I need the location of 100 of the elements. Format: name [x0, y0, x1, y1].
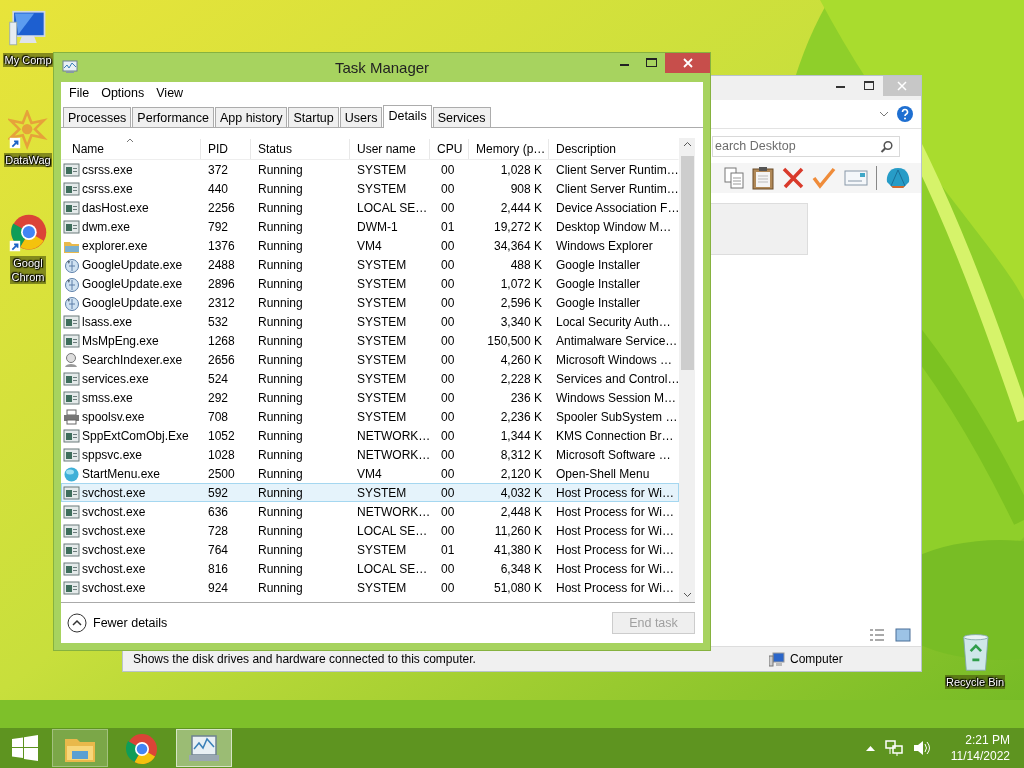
column-header[interactable]: User name: [350, 139, 430, 159]
taskbar-button[interactable]: [176, 729, 232, 767]
table-cell: Running: [258, 542, 303, 557]
table-row[interactable]: GoogleUpdate.exe 2896 Running SYSTEM 00 1,072 K Google Installer: [61, 274, 679, 293]
menu-item[interactable]: File: [63, 86, 96, 100]
network-icon[interactable]: [884, 740, 903, 756]
table-row[interactable]: StartMenu.exe 2500 Running VM4 00 2,120 K Open-Shell Menu: [61, 464, 679, 483]
fewer-details-link[interactable]: Fewer details: [93, 616, 168, 630]
shell-icon[interactable]: [885, 166, 911, 190]
table-cell: 00: [441, 466, 455, 481]
table-cell: KMS Connection Br…: [556, 428, 674, 443]
table-cell: SYSTEM: [357, 333, 407, 348]
caret-up-icon[interactable]: [865, 745, 875, 751]
table-cell: dwm.exe: [82, 219, 131, 234]
table-cell: 00: [441, 314, 455, 329]
column-header[interactable]: PID: [201, 139, 251, 159]
desktop-icon-label[interactable]: Recycle Bin: [944, 675, 1006, 689]
window-icon: [63, 541, 80, 558]
delete-icon[interactable]: [782, 167, 804, 189]
scrollbar[interactable]: [679, 138, 695, 602]
checkmark-icon[interactable]: [812, 167, 836, 189]
speaker-icon[interactable]: [912, 740, 931, 756]
table-cell: Running: [258, 314, 303, 329]
table-cell: SYSTEM: [357, 390, 407, 405]
tab[interactable]: Services: [432, 107, 491, 127]
clipboard-icon[interactable]: [752, 166, 774, 190]
menu-item[interactable]: Options: [95, 86, 151, 100]
table-cell: 2312: [208, 295, 235, 310]
table-row[interactable]: smss.exe 292 Running SYSTEM 00 236 K Windows Session M…: [61, 388, 679, 407]
table-row[interactable]: lsass.exe 532 Running SYSTEM 00 3,340 K Local Security Auth…: [61, 312, 679, 331]
close-button[interactable]: [665, 53, 710, 73]
tab[interactable]: Performance: [132, 107, 214, 127]
help-icon[interactable]: [897, 106, 913, 122]
star-icon[interactable]: [8, 110, 48, 150]
card-icon[interactable]: [844, 170, 868, 186]
table-row[interactable]: dwm.exe 792 Running DWM-1 01 19,272 K Desktop Window M…: [61, 217, 679, 236]
table-cell: 488 K: [510, 257, 542, 272]
collapse-icon[interactable]: [67, 613, 87, 633]
tab[interactable]: Users: [339, 107, 383, 127]
table-cell: Running: [258, 238, 303, 253]
table-row[interactable]: services.exe 524 Running SYSTEM 00 2,228 K Services and Control…: [61, 369, 679, 388]
clock-time[interactable]: 2:21 PM: [965, 732, 1010, 748]
column-header[interactable]: CPU: [430, 139, 469, 159]
table-cell: DWM-1: [357, 219, 398, 234]
table-row[interactable]: explorer.exe 1376 Running VM4 00 34,364 K Windows Explorer: [61, 236, 679, 255]
tab[interactable]: Details: [383, 105, 432, 128]
table-row[interactable]: svchost.exe 924 Running SYSTEM 00 51,080 K Host Process for Wi…: [61, 578, 679, 597]
table-cell: dasHost.exe: [82, 200, 149, 215]
windows-logo-icon[interactable]: [12, 735, 38, 761]
details-view-icon[interactable]: [869, 628, 885, 642]
table-cell: 792: [208, 219, 229, 234]
table-cell: Running: [258, 181, 303, 196]
table-cell: 636: [208, 504, 229, 519]
table-cell: 00: [441, 162, 455, 177]
table-row[interactable]: svchost.exe 764 Running SYSTEM 01 41,380 K Host Process for Wi…: [61, 540, 679, 559]
table-row[interactable]: SppExtComObj.Exe 1052 Running NETWORK… 00 1,344 K KMS Connection Br…: [61, 426, 679, 445]
table-row[interactable]: sppsvc.exe 1028 Running NETWORK… 00 8,312 K Microsoft Software …: [61, 445, 679, 464]
status-text: Shows the disk drives and hardware connected to this computer.: [132, 652, 477, 666]
table-cell: services.exe: [82, 371, 149, 386]
table-row[interactable]: SearchIndexer.exe 2656 Running SYSTEM 00 4,260 K Microsoft Windows …: [61, 350, 679, 369]
chevron-down-icon[interactable]: [879, 111, 889, 117]
table-cell: NETWORK…: [357, 447, 431, 462]
table-row[interactable]: MsMpEng.exe 1268 Running SYSTEM 00 150,500 K Antimalware Service…: [61, 331, 679, 350]
search-field[interactable]: earch Desktop: [712, 135, 900, 157]
tab[interactable]: App history: [214, 107, 288, 127]
desktop-icon-label[interactable]: My Comp: [3, 53, 53, 67]
copy-icon[interactable]: [724, 167, 744, 189]
table-cell: Client Server Runtim…: [556, 181, 679, 196]
table-cell: SearchIndexer.exe: [82, 352, 183, 367]
desktop-icon-label[interactable]: Googl Chrom: [10, 256, 46, 284]
table-cell: 00: [441, 428, 455, 443]
table-cell: NETWORK…: [357, 428, 431, 443]
table-cell: VM4: [357, 238, 382, 253]
column-header[interactable]: Name: [62, 139, 201, 159]
table-row[interactable]: dasHost.exe 2256 Running LOCAL SE… 00 2,444 K Device Association F…: [61, 198, 679, 217]
column-header[interactable]: Memory (p…: [469, 139, 549, 159]
clock-date[interactable]: 11/14/2022: [950, 748, 1010, 764]
table-row[interactable]: GoogleUpdate.exe 2312 Running SYSTEM 00 2,596 K Google Installer: [61, 293, 679, 312]
table-row[interactable]: csrss.exe 440 Running SYSTEM 00 908 K Client Server Runtim…: [61, 179, 679, 198]
table-row[interactable]: svchost.exe 636 Running NETWORK… 00 2,448 K Host Process for Wi…: [61, 502, 679, 521]
table-row[interactable]: svchost.exe 592 Running SYSTEM 00 4,032 K Host Process for Wi…: [61, 483, 679, 502]
table-cell: SYSTEM: [357, 371, 407, 386]
tab[interactable]: Processes: [63, 107, 132, 127]
menu-item[interactable]: View: [150, 86, 190, 100]
search-icon[interactable]: [880, 139, 894, 154]
table-cell: 00: [441, 447, 455, 462]
close-icon: [682, 58, 693, 68]
taskbar-button[interactable]: [52, 729, 108, 767]
table-row[interactable]: spoolsv.exe 708 Running SYSTEM 00 2,236 K Spooler SubSystem …: [61, 407, 679, 426]
table-row[interactable]: svchost.exe 816 Running LOCAL SE… 00 6,348 K Host Process for Wi…: [61, 559, 679, 578]
table-row[interactable]: svchost.exe 728 Running LOCAL SE… 00 11,260 K Host Process for Wi…: [61, 521, 679, 540]
chrome-icon[interactable]: [8, 213, 48, 253]
table-cell: 41,380 K: [493, 542, 542, 557]
table-cell: Host Process for Wi…: [556, 580, 675, 595]
table-row[interactable]: GoogleUpdate.exe 2488 Running SYSTEM 00 488 K Google Installer: [61, 255, 679, 274]
table-cell: 00: [441, 409, 455, 424]
sphere-icon: [63, 465, 80, 482]
tab[interactable]: Startup: [288, 107, 339, 127]
column-header[interactable]: Status: [251, 139, 350, 159]
table-row[interactable]: csrss.exe 372 Running SYSTEM 00 1,028 K Client Server Runtim…: [61, 160, 679, 179]
